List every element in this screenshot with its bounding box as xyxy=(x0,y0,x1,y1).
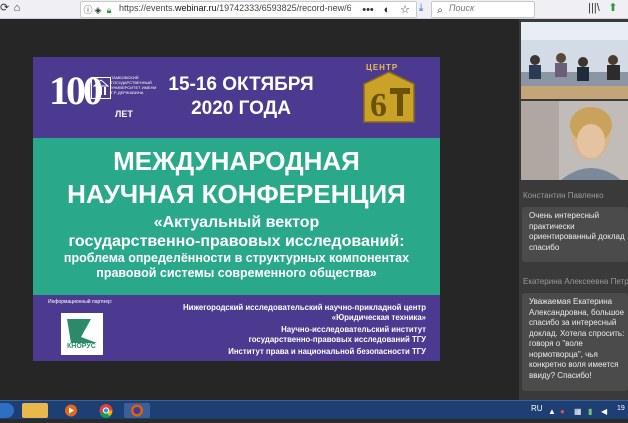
search-icon: ⌕ xyxy=(437,5,443,16)
chat-message-1: Очень интересный практически ориентирова… xyxy=(522,207,628,262)
chat-message-2-line: конкретно воля имеется xyxy=(529,360,619,369)
video-feed-speaker[interactable] xyxy=(521,101,628,180)
chat-message-1-line: Очень интересный xyxy=(529,211,600,220)
search-box[interactable]: ⌕ Поиск xyxy=(431,1,535,18)
anniversary-logo-suffix: ЛЕТ xyxy=(115,109,133,119)
theme-line-2: правовой системы современного общества» xyxy=(96,266,377,280)
info-icon[interactable]: ⓘ xyxy=(83,3,93,18)
chat-message-2-line: говоря о "воле xyxy=(529,339,583,348)
organizer-3-line-1: Институт права и национальной безопаснос… xyxy=(228,347,426,356)
chat-message-2: Уважаемая Екатерина Александровна, больш… xyxy=(522,293,628,391)
dates-line-1: 15-16 ОКТЯБРЯ xyxy=(168,74,314,95)
university-building-icon xyxy=(91,77,111,99)
url-text: https://events.webinar.ru/19742333/65938… xyxy=(119,3,351,13)
taskbar: RU ▲ ● ▦ ▮ ◀ 19 xyxy=(0,400,628,419)
url-path: /19742333/6593825/record-new/6717 xyxy=(216,3,351,13)
conference-dates: 15-16 ОКТЯБРЯ 2020 ГОДА xyxy=(161,73,321,121)
battery-icon[interactable]: ▮ xyxy=(588,404,592,419)
subtitle-line-1: «Актуальный вектор xyxy=(153,214,320,231)
university-name: Тамбовский государственный университет и… xyxy=(111,75,157,95)
conference-title: МЕЖДУНАРОДНАЯ НАУЧНАЯ КОНФЕРЕНЦИЯ xyxy=(33,145,440,211)
partner-logo-text: КНОРУС xyxy=(67,343,96,350)
search-placeholder: Поиск xyxy=(449,3,475,13)
chat-message-2-line: доклад. Хотела спросить: xyxy=(529,328,625,338)
chrome-icon[interactable] xyxy=(93,403,119,418)
dates-line-2: 2020 ГОДА xyxy=(191,98,291,119)
partner-label: Информационный партнер: xyxy=(48,299,113,305)
chat-message-1-text: Очень интересный практически ориентирова… xyxy=(529,211,628,253)
network-icon[interactable]: ▦ xyxy=(574,404,582,419)
volume-icon[interactable]: ◀ xyxy=(601,404,607,419)
chat-message-2-line: Александровна, большое xyxy=(529,307,625,317)
tracking-protection-icon[interactable]: ◈ xyxy=(93,3,103,18)
file-explorer-icon[interactable] xyxy=(22,403,48,418)
chat-message-1-line: практически xyxy=(529,221,575,231)
organizer-1-line-1: Нижегородский исследовательский научно-п… xyxy=(183,303,426,312)
chat-message-1-line: ориентированный доклад xyxy=(529,232,625,241)
center-logo-icon: 6 xyxy=(360,66,418,128)
theme-line-1: проблема определённости в структурных ко… xyxy=(63,251,410,265)
chat-author-1: Константин Павленко xyxy=(523,191,604,200)
url-host: webinar.ru xyxy=(175,3,217,13)
media-player-icon[interactable] xyxy=(58,403,84,418)
conference-slide: 100 Тамбовский государственный университ… xyxy=(33,57,440,361)
url-domain: https://events. xyxy=(119,3,176,13)
subtitle-line-2: государственно-правовых исследований: xyxy=(68,233,405,250)
bookmark-star-icon[interactable]: ☆ xyxy=(399,3,411,18)
organizer-1-line-2: «Юридическая техника» xyxy=(331,313,426,322)
organizer-2-line-2: государственно-правовых исследований ТГУ xyxy=(248,335,426,344)
chat-message-2-text: Уважаемая Екатерина Александровна, больш… xyxy=(529,297,628,381)
page-actions-icon[interactable]: ••• xyxy=(362,3,374,18)
tray-app-icon[interactable]: ● xyxy=(560,404,565,419)
chat-message-2-line: спасибо за интересный xyxy=(529,318,617,327)
conference-theme: проблема определённости в структурных ко… xyxy=(33,251,440,281)
chat-message-1-line: спасибо xyxy=(529,242,560,252)
home-icon[interactable]: ⌂ xyxy=(11,1,23,16)
addon-icon[interactable]: ⬆ xyxy=(607,1,619,16)
organizer-2-line-1: Научно-исследовательский институт xyxy=(281,325,426,334)
organizer-3: Институт права и национальной безопаснос… xyxy=(228,347,426,357)
chat-author-2: Екатерина Алексеевна Петре xyxy=(523,277,628,286)
downloads-icon[interactable]: ⤓ xyxy=(415,1,427,16)
tray-expand-icon[interactable]: ▲ xyxy=(548,404,556,419)
firefox-icon[interactable] xyxy=(124,403,150,418)
organizer-2: Научно-исследовательский институт госуда… xyxy=(249,325,426,345)
address-bar[interactable]: ⓘ ◈ 🔒︎ https://events.webinar.ru/1974233… xyxy=(80,1,417,18)
keyboard-language[interactable]: RU xyxy=(531,404,543,413)
library-icon[interactable]: |||\ xyxy=(587,1,601,16)
presentation-stage: 100 Тамбовский государственный университ… xyxy=(0,19,519,400)
start-button[interactable] xyxy=(0,403,14,418)
reload-icon[interactable]: ⟳ xyxy=(0,1,9,16)
chat-message-2-line: Уважаемая Екатерина xyxy=(529,297,613,306)
video-feed-audience[interactable] xyxy=(521,22,628,99)
title-line-1: МЕЖДУНАРОДНАЯ xyxy=(113,146,360,176)
pocket-icon[interactable]: ◐ xyxy=(381,3,393,18)
chat-message-2-line: нормотворца", чья xyxy=(529,349,598,359)
organizer-1: Нижегородский исследовательский научно-п… xyxy=(183,303,426,323)
clock[interactable]: 19 xyxy=(617,405,625,412)
svg-text:6: 6 xyxy=(370,87,387,124)
browser-toolbar: ⟳ ⌂ ⓘ ◈ 🔒︎ https://events.webinar.ru/197… xyxy=(0,0,628,19)
lock-icon[interactable]: 🔒︎ xyxy=(104,3,114,18)
title-line-2: НАУЧНАЯ КОНФЕРЕНЦИЯ xyxy=(67,179,406,209)
conference-subtitle: «Актуальный вектор государственно-правов… xyxy=(33,213,440,251)
chat-message-2-line: ввиду? Спасибо! xyxy=(529,370,592,380)
center-logo-label: ЦЕНТР xyxy=(366,63,399,72)
